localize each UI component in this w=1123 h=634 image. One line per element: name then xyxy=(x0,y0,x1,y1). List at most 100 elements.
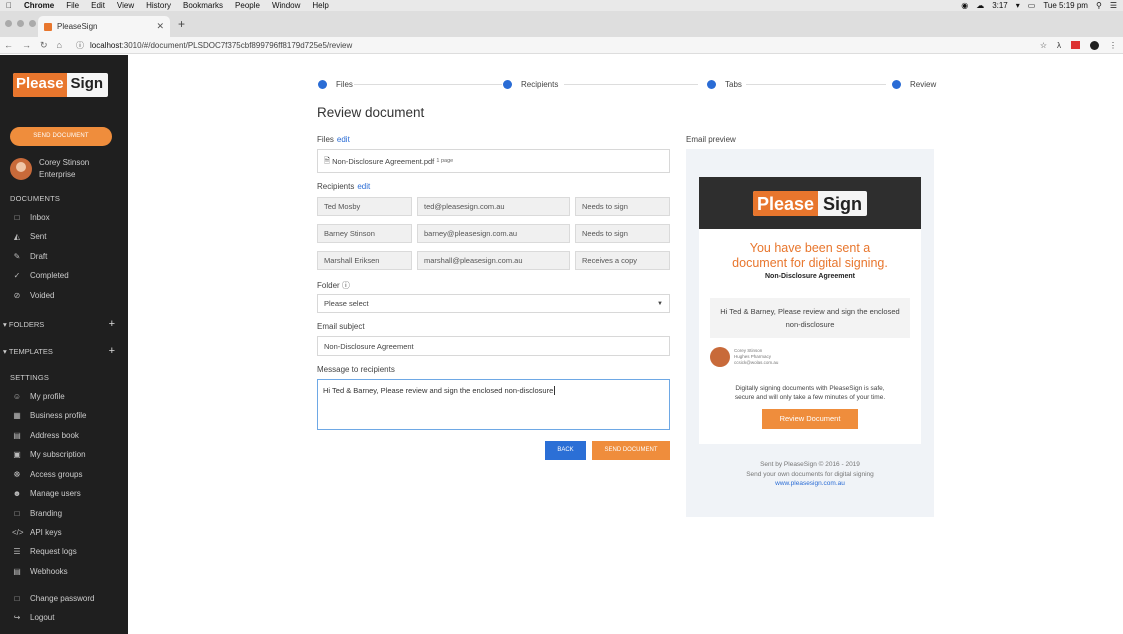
record-icon[interactable]: ◉ xyxy=(961,1,968,10)
new-tab-button[interactable]: + xyxy=(178,17,185,31)
step-connector xyxy=(746,84,886,85)
battery-icon[interactable]: ▭ xyxy=(1028,1,1036,10)
sidebar-send-document-button[interactable]: SEND DOCUMENT xyxy=(10,127,112,146)
sidebar-item-branding[interactable]: □ Branding xyxy=(12,509,62,518)
extension-red-icon[interactable] xyxy=(1071,41,1080,49)
sidebar-item-inbox[interactable]: □ Inbox xyxy=(12,213,50,222)
pleasesign-logo[interactable]: Please Sign xyxy=(13,73,108,97)
sidebar-item-business-profile[interactable]: ▦ Business profile xyxy=(12,411,86,420)
sidebar-item-label: My profile xyxy=(30,392,65,401)
sidebar-item-my-subscription[interactable]: ▣ My subscription xyxy=(12,450,85,459)
file-icon: 🗎 xyxy=(324,155,331,165)
back-button[interactable]: BACK xyxy=(545,441,586,460)
wifi-icon[interactable]: ▾ xyxy=(1016,1,1020,10)
sidebar-item-draft[interactable]: ✎ Draft xyxy=(12,252,48,261)
info-icon[interactable]: ⓘ xyxy=(76,40,84,51)
menu-app-name[interactable]: Chrome xyxy=(24,1,54,10)
recipients-edit-link[interactable]: edit xyxy=(357,182,370,191)
files-edit-link[interactable]: edit xyxy=(337,135,350,144)
tab-title: PleaseSign xyxy=(57,22,98,31)
email-subject-input[interactable]: Non-Disclosure Agreement xyxy=(317,336,670,356)
email-sender: Corey Stinson Hughes Pharmacy ccsick@wol… xyxy=(710,347,921,367)
templates-label: TEMPLATES xyxy=(8,346,53,356)
step-review[interactable]: Review xyxy=(892,80,936,89)
email-headline: You have been sent a document for digita… xyxy=(699,241,921,271)
add-template-icon[interactable]: + xyxy=(109,345,115,357)
sidebar-item-api-keys[interactable]: </> API keys xyxy=(12,528,62,537)
sidebar-item-request-logs[interactable]: ☰ Request logs xyxy=(12,547,76,556)
menu-edit[interactable]: Edit xyxy=(91,1,105,10)
time-tracker[interactable]: 3:17 xyxy=(992,1,1008,10)
recipient-role: Receives a copy xyxy=(575,251,670,270)
browser-tab[interactable]: PleaseSign ✕ xyxy=(38,16,170,37)
profile-avatar[interactable] xyxy=(1090,40,1099,50)
brush-icon: □ xyxy=(14,509,20,518)
recipient-email: barney@pleasesign.com.au xyxy=(417,224,570,243)
bookmark-star-icon[interactable]: ☆ xyxy=(1040,41,1047,50)
sidebar-item-sent[interactable]: ◭ Sent xyxy=(12,232,47,241)
chrome-menu-icon[interactable]: ⋮ xyxy=(1109,41,1117,50)
email-message: Hi Ted & Barney, Please review and sign … xyxy=(710,298,910,338)
send-document-button[interactable]: SEND DOCUMENT xyxy=(592,441,670,460)
menu-file[interactable]: File xyxy=(66,1,79,10)
message-label: Message to recipients xyxy=(317,365,395,374)
sidebar-item-change-password[interactable]: □ Change password xyxy=(12,594,95,603)
menu-history[interactable]: History xyxy=(146,1,171,10)
review-document-button[interactable]: Review Document xyxy=(762,409,858,429)
cloud-icon[interactable]: ☁ xyxy=(976,1,984,10)
progress-steps: Files Recipients Tabs Review xyxy=(318,76,936,92)
menu-window[interactable]: Window xyxy=(272,1,300,10)
webhook-icon: ▤ xyxy=(13,567,21,576)
folder-label: Folder ⓘ xyxy=(317,280,350,291)
extension-icon[interactable]: λ xyxy=(1057,41,1061,50)
step-label: Review xyxy=(910,80,937,89)
sidebar-item-address-book[interactable]: ▤ Address book xyxy=(12,431,79,440)
user-profile[interactable]: Corey Stinson Enterprise xyxy=(10,157,89,181)
maximize-window-button[interactable] xyxy=(29,20,36,27)
files-label: Files edit xyxy=(317,135,350,144)
recipient-role: Needs to sign xyxy=(575,197,670,216)
clock[interactable]: Tue 5:19 pm xyxy=(1043,1,1088,10)
message-textarea[interactable]: Hi Ted & Barney, Please review and sign … xyxy=(317,379,670,430)
folders-group[interactable]: ▾ FOLDERS + xyxy=(3,318,115,330)
info-icon[interactable]: ⓘ xyxy=(342,281,350,290)
window-controls xyxy=(5,20,36,27)
recipient-role: Needs to sign xyxy=(575,224,670,243)
close-window-button[interactable] xyxy=(5,20,12,27)
sidebar-item-manage-users[interactable]: ☻ Manage users xyxy=(12,489,81,498)
back-icon[interactable]: ← xyxy=(4,40,13,51)
sidebar-item-label: Completed xyxy=(30,271,69,280)
menu-bookmarks[interactable]: Bookmarks xyxy=(183,1,223,10)
notification-center-icon[interactable]: ☰ xyxy=(1110,1,1117,10)
home-icon[interactable]: ⌂ xyxy=(57,40,62,51)
forward-icon[interactable]: → xyxy=(22,40,31,51)
apple-icon[interactable]:  xyxy=(6,1,12,10)
add-folder-icon[interactable]: + xyxy=(109,318,115,330)
sent-icon: ◭ xyxy=(13,232,21,241)
reload-icon[interactable]: ↻ xyxy=(40,40,48,51)
step-files[interactable]: Files xyxy=(318,80,353,89)
sidebar-item-label: Webhooks xyxy=(30,567,68,576)
menu-view[interactable]: View xyxy=(117,1,134,10)
sidebar-item-voided[interactable]: ⊘ Voided xyxy=(12,291,55,300)
url-field[interactable]: ⓘ localhost:3010/#/document/PLSDOC7f375c… xyxy=(76,40,352,51)
step-recipients[interactable]: Recipients xyxy=(503,80,558,89)
avatar xyxy=(10,158,32,180)
menu-help[interactable]: Help xyxy=(312,1,328,10)
spotlight-icon[interactable]: ⚲ xyxy=(1096,1,1102,10)
step-tabs[interactable]: Tabs xyxy=(707,80,742,89)
sidebar-item-logout[interactable]: ↪ Logout xyxy=(12,613,55,622)
favicon-icon xyxy=(44,22,52,31)
website-link[interactable]: www.pleasesign.com.au xyxy=(775,480,845,487)
recipient-name: Marshall Eriksen xyxy=(317,251,412,270)
folder-select[interactable]: Please select ▼ xyxy=(317,294,670,313)
files-label-text: Files xyxy=(317,135,334,144)
minimize-window-button[interactable] xyxy=(17,20,24,27)
menu-people[interactable]: People xyxy=(235,1,260,10)
sidebar-item-completed[interactable]: ✓ Completed xyxy=(12,271,69,280)
close-tab-icon[interactable]: ✕ xyxy=(156,21,164,32)
templates-group[interactable]: ▾ TEMPLATES + xyxy=(3,345,115,357)
sidebar-item-my-profile[interactable]: ☺ My profile xyxy=(12,392,65,401)
sidebar-item-access-groups[interactable]: ☸ Access groups xyxy=(12,470,82,479)
sidebar-item-webhooks[interactable]: ▤ Webhooks xyxy=(12,567,68,576)
